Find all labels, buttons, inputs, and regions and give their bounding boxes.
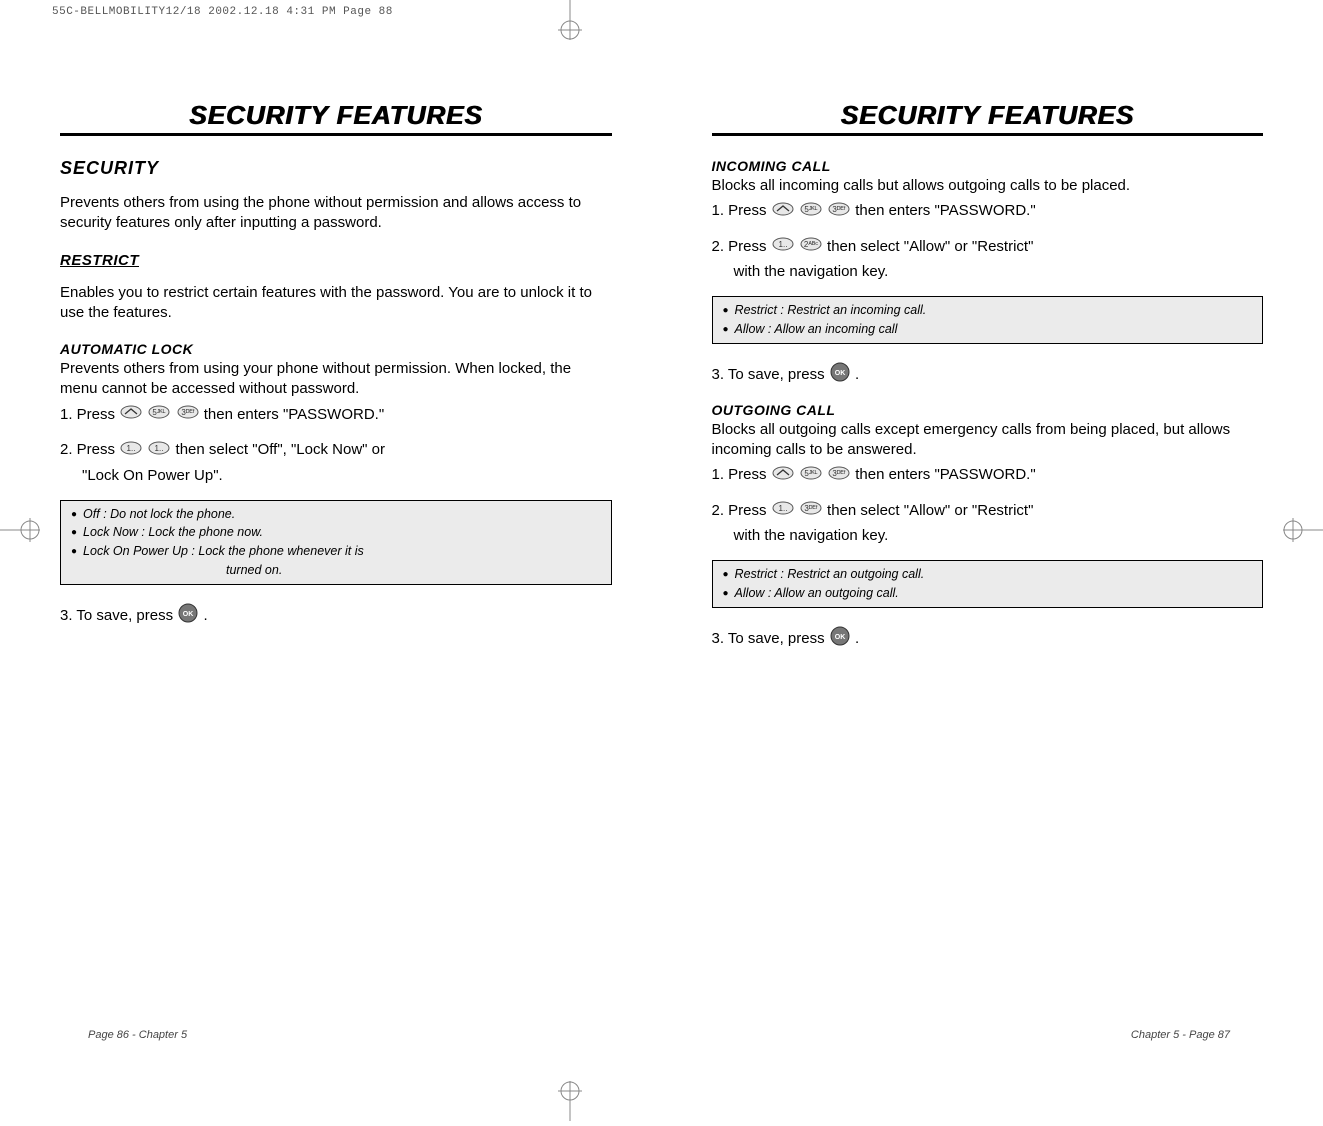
menu-key-icon bbox=[120, 404, 142, 425]
svg-text:1..: 1.. bbox=[155, 444, 164, 453]
auto-lock-step2: 2. Press 1.. 1.. then select "Off", "Loc… bbox=[60, 439, 612, 461]
footer-right: Chapter 5 - Page 87 bbox=[1131, 1029, 1230, 1041]
restrict-body: Enables you to restrict certain features… bbox=[60, 283, 612, 324]
incoming-call-heading: INCOMING CALL bbox=[712, 158, 1264, 174]
automatic-lock-body: Prevents others from using your phone wi… bbox=[60, 359, 612, 400]
svg-text:3ᴰᴱᶠ: 3ᴰᴱᶠ bbox=[181, 408, 194, 417]
svg-text:1..: 1.. bbox=[778, 240, 787, 249]
menu-key-icon bbox=[772, 201, 794, 222]
key-3-icon: 3ᴰᴱᶠ bbox=[177, 404, 199, 425]
auto-lock-step1: 1. Press 5ᴶᴷᴸ 3ᴰᴱᶠ then enters "PASSWORD… bbox=[60, 404, 612, 426]
key-3-icon: 3ᴰᴱᶠ bbox=[800, 500, 822, 521]
ok-key-icon: OK bbox=[830, 362, 850, 388]
note-item: Restrict : Restrict an outgoing call. bbox=[723, 565, 1253, 584]
note-item: Off : Do not lock the phone. bbox=[71, 505, 601, 524]
ok-key-icon: OK bbox=[178, 603, 198, 629]
key-3-icon: 3ᴰᴱᶠ bbox=[828, 201, 850, 222]
page-title: SECURITY FEATURES bbox=[60, 100, 612, 136]
registration-mark-icon bbox=[550, 1081, 590, 1121]
svg-text:3ᴰᴱᶠ: 3ᴰᴱᶠ bbox=[832, 469, 845, 478]
note-item: Lock Now : Lock the phone now. bbox=[71, 523, 601, 542]
automatic-lock-heading: AUTOMATIC LOCK bbox=[60, 341, 612, 357]
section-heading-security: SECURITY bbox=[60, 158, 612, 179]
outgoing-call-body: Blocks all outgoing calls except emergen… bbox=[712, 420, 1264, 461]
auto-lock-notes: Off : Do not lock the phone. Lock Now : … bbox=[60, 500, 612, 585]
svg-text:3ᴰᴱᶠ: 3ᴰᴱᶠ bbox=[804, 504, 817, 513]
key-5-icon: 5ᴶᴷᴸ bbox=[800, 201, 822, 222]
svg-text:5ᴶᴷᴸ: 5ᴶᴷᴸ bbox=[153, 408, 166, 417]
outgoing-notes: Restrict : Restrict an outgoing call. Al… bbox=[712, 560, 1264, 608]
note-item-cont: turned on. bbox=[71, 561, 601, 580]
note-item: Restrict : Restrict an incoming call. bbox=[723, 301, 1253, 320]
ok-key-icon: OK bbox=[830, 626, 850, 652]
svg-text:OK: OK bbox=[835, 634, 846, 641]
incoming-step3: 3. To save, press OK . bbox=[712, 362, 1264, 388]
note-item: Allow : Allow an incoming call bbox=[723, 320, 1253, 339]
incoming-step1: 1. Press 5ᴶᴷᴸ 3ᴰᴱᶠ then enters "PASSWORD… bbox=[712, 200, 1264, 222]
svg-text:5ᴶᴷᴸ: 5ᴶᴷᴸ bbox=[804, 469, 817, 478]
registration-mark-icon bbox=[1283, 510, 1323, 550]
note-item: Allow : Allow an outgoing call. bbox=[723, 584, 1253, 603]
key-3-icon: 3ᴰᴱᶠ bbox=[828, 465, 850, 486]
svg-text:1..: 1.. bbox=[127, 444, 136, 453]
key-1-icon: 1.. bbox=[772, 236, 794, 257]
page-title: SECURITY FEATURES bbox=[712, 100, 1264, 136]
key-5-icon: 5ᴶᴷᴸ bbox=[148, 404, 170, 425]
registration-mark-icon bbox=[550, 0, 590, 40]
registration-mark-icon bbox=[0, 510, 40, 550]
key-1-icon: 1.. bbox=[120, 440, 142, 461]
svg-text:OK: OK bbox=[183, 611, 194, 618]
note-item: Lock On Power Up : Lock the phone whenev… bbox=[71, 542, 601, 561]
svg-text:5ᴶᴷᴸ: 5ᴶᴷᴸ bbox=[804, 205, 817, 214]
footer-left: Page 86 - Chapter 5 bbox=[88, 1029, 187, 1041]
outgoing-step2-cont: with the navigation key. bbox=[712, 525, 1264, 546]
incoming-notes: Restrict : Restrict an incoming call. Al… bbox=[712, 296, 1264, 344]
outgoing-step3: 3. To save, press OK . bbox=[712, 626, 1264, 652]
outgoing-call-heading: OUTGOING CALL bbox=[712, 402, 1264, 418]
auto-lock-step2-cont: "Lock On Power Up". bbox=[60, 465, 612, 486]
left-page: SECURITY FEATURES SECURITY Prevents othe… bbox=[60, 100, 612, 666]
menu-key-icon bbox=[772, 465, 794, 486]
key-1-icon: 1.. bbox=[772, 500, 794, 521]
svg-text:3ᴰᴱᶠ: 3ᴰᴱᶠ bbox=[832, 205, 845, 214]
svg-text:1..: 1.. bbox=[778, 504, 787, 513]
header-filename-info: 55C-BELLMOBILITY12/18 2002.12.18 4:31 PM… bbox=[52, 6, 393, 18]
security-intro: Prevents others from using the phone wit… bbox=[60, 193, 612, 234]
key-2-icon: 2ᴬᴮᶜ bbox=[800, 236, 822, 257]
restrict-heading: RESTRICT bbox=[60, 252, 612, 269]
svg-text:2ᴬᴮᶜ: 2ᴬᴮᶜ bbox=[804, 240, 818, 249]
outgoing-step1: 1. Press 5ᴶᴷᴸ 3ᴰᴱᶠ then enters "PASSWORD… bbox=[712, 464, 1264, 486]
key-5-icon: 5ᴶᴷᴸ bbox=[800, 465, 822, 486]
auto-lock-step3: 3. To save, press OK . bbox=[60, 603, 612, 629]
incoming-step2: 2. Press 1.. 2ᴬᴮᶜ then select "Allow" or… bbox=[712, 236, 1264, 258]
incoming-call-body: Blocks all incoming calls but allows out… bbox=[712, 176, 1264, 196]
outgoing-step2: 2. Press 1.. 3ᴰᴱᶠ then select "Allow" or… bbox=[712, 500, 1264, 522]
key-1-icon: 1.. bbox=[148, 440, 170, 461]
incoming-step2-cont: with the navigation key. bbox=[712, 261, 1264, 282]
right-page: SECURITY FEATURES INCOMING CALL Blocks a… bbox=[712, 100, 1264, 666]
svg-text:OK: OK bbox=[835, 370, 846, 377]
